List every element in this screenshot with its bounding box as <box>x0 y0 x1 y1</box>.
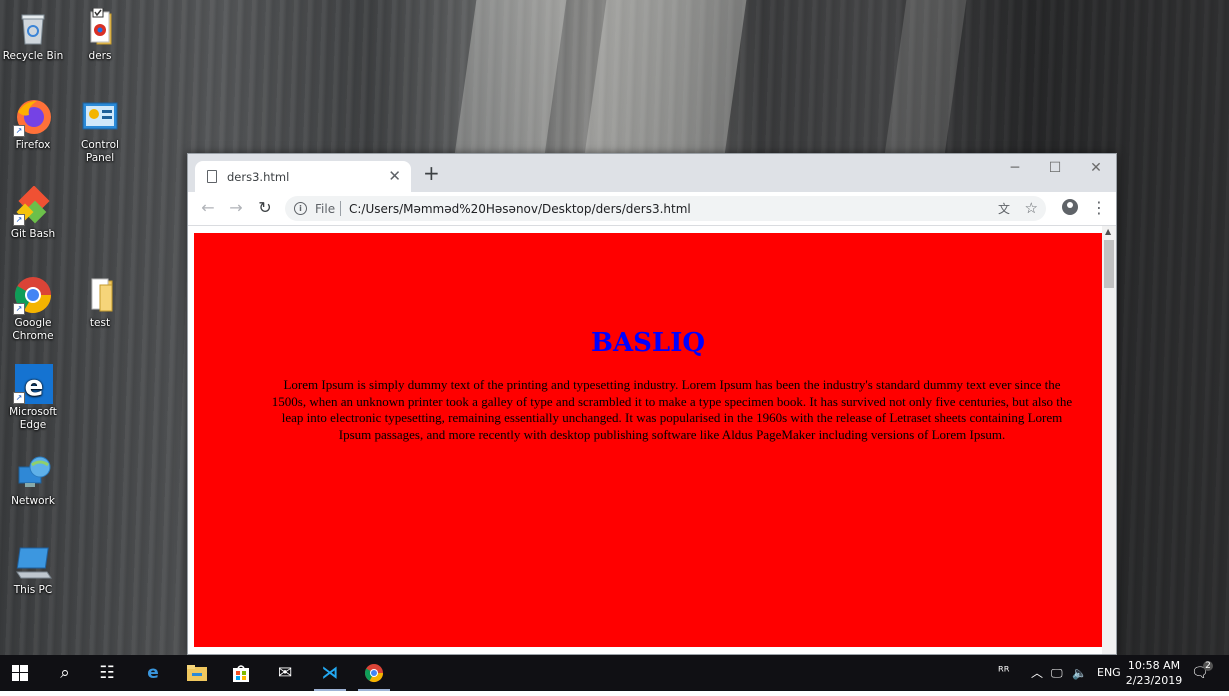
shortcut-arrow-icon: ↗ <box>13 125 25 137</box>
desktop-icon-control-panel[interactable]: Control Panel <box>67 97 133 165</box>
browser-toolbar: ← → ↻ i File C:/Users/Məmməd%20Həsənov/D… <box>188 192 1116 226</box>
desktop-icon-git-bash[interactable]: ↗ Git Bash <box>0 185 66 241</box>
page-heading: BASLIQ <box>590 328 706 358</box>
url-text[interactable]: C:/Users/Məmməd%20Həsənov/Desktop/ders/d… <box>349 202 691 216</box>
vertical-scrollbar[interactable]: ▲ <box>1102 226 1116 654</box>
recycle-bin-icon <box>13 8 53 48</box>
shortcut-arrow-icon: ↗ <box>13 392 25 404</box>
chevron-up-icon[interactable]: ︿ <box>1031 655 1043 691</box>
desktop-icon-label: Microsoft Edge <box>9 406 57 431</box>
desktop-icon-google-chrome[interactable]: ↗ Google Chrome <box>0 275 66 343</box>
desktop-icon-label: test <box>89 317 111 329</box>
clock-date: 2/23/2019 <box>1125 674 1183 687</box>
clock-time: 10:58 AM <box>1127 659 1181 672</box>
start-button[interactable] <box>0 655 40 691</box>
mail-icon[interactable]: ✉ <box>265 655 305 691</box>
tab-title: ders3.html <box>227 170 290 184</box>
bookmark-star-icon[interactable]: ☆ <box>1025 199 1038 217</box>
desktop-icon-label: Network <box>11 495 55 507</box>
edge-taskbar-icon[interactable]: e <box>133 655 173 691</box>
file-explorer-icon[interactable] <box>177 655 217 691</box>
desktop-icon-label: Recycle Bin <box>2 50 64 62</box>
desktop-icon-this-pc[interactable]: This PC <box>0 542 66 597</box>
more-menu-icon[interactable]: ⋮ <box>1091 198 1107 218</box>
close-window-button[interactable]: ✕ <box>1076 157 1116 181</box>
scroll-up-arrow-icon[interactable]: ▲ <box>1105 227 1111 236</box>
desktop: Recycle Bin ders ↗ Firefox Control Panel… <box>0 0 1229 655</box>
store-icon[interactable] <box>221 655 261 691</box>
desktop-icon-network[interactable]: Network <box>0 453 66 508</box>
scrollbar-thumb[interactable] <box>1104 240 1114 288</box>
browser-titlebar[interactable]: ders3.html ✕ + ─ ☐ ✕ <box>188 154 1116 192</box>
browser-tab-active[interactable]: ders3.html ✕ <box>195 161 411 192</box>
edge-icon: e ↗ <box>13 364 53 404</box>
desktop-icon-label: Google Chrome <box>12 317 54 342</box>
search-icon[interactable]: ⌕ <box>45 655 85 691</box>
svg-text:e: e <box>25 369 44 402</box>
task-view-icon[interactable]: ☷ <box>87 655 127 691</box>
shortcut-arrow-icon: ↗ <box>13 303 25 315</box>
network-icon <box>13 453 53 493</box>
desktop-icon-label: Control Panel <box>81 139 119 164</box>
new-tab-button[interactable]: + <box>423 163 440 183</box>
back-button[interactable]: ← <box>198 198 218 218</box>
desktop-icon-microsoft-edge[interactable]: e ↗ Microsoft Edge <box>0 364 66 432</box>
translate-icon[interactable]: 文 <box>998 200 1010 217</box>
desktop-icon-label: Git Bash <box>10 228 56 240</box>
page-viewport: BASLIQ Lorem Ipsum is simply dummy text … <box>188 226 1102 654</box>
document-icon <box>207 170 217 183</box>
desktop-icon-label: This PC <box>13 584 53 596</box>
desktop-icon-test[interactable]: test <box>67 275 133 330</box>
desktop-icon-label: Firefox <box>15 139 51 151</box>
desktop-icon-recycle-bin[interactable]: Recycle Bin <box>0 8 66 63</box>
address-bar[interactable]: i File C:/Users/Məmməd%20Həsənov/Desktop… <box>285 196 1046 221</box>
desktop-icon-ders[interactable]: ders <box>67 7 133 63</box>
taskbar: ⌕ ☷ e ✉ ⋊ ᴿᴿ ︿ 🖵 🔈 ENG 10:58 AM 2/23/201… <box>0 655 1229 691</box>
control-panel-icon <box>80 97 120 137</box>
desktop-icon-label: ders <box>88 50 112 62</box>
notification-count-badge: 2 <box>1203 661 1213 671</box>
maximize-button[interactable]: ☐ <box>1035 157 1075 181</box>
shortcut-arrow-icon: ↗ <box>13 214 25 226</box>
folder-icon <box>80 275 120 315</box>
page-content-box: BASLIQ Lorem Ipsum is simply dummy text … <box>194 233 1102 647</box>
desktop-icon-firefox[interactable]: ↗ Firefox <box>0 97 66 152</box>
browser-window: ders3.html ✕ + ─ ☐ ✕ ← → ↻ i File C:/Use… <box>187 153 1117 655</box>
vscode-icon[interactable]: ⋊ <box>310 655 350 691</box>
info-icon[interactable]: i <box>294 202 307 215</box>
reload-button[interactable]: ↻ <box>255 198 275 218</box>
computer-icon <box>13 542 53 582</box>
git-bash-icon: ↗ <box>13 185 53 226</box>
folder-icon <box>80 7 120 48</box>
omnibox-divider <box>340 201 341 216</box>
clock[interactable]: 10:58 AM 2/23/2019 <box>1124 658 1184 688</box>
page-paragraph: Lorem Ipsum is simply dummy text of the … <box>271 377 1073 442</box>
tab-close-icon[interactable]: ✕ <box>388 167 401 185</box>
url-scheme-label: File <box>315 202 336 216</box>
people-icon[interactable]: ᴿᴿ <box>998 655 1009 691</box>
volume-icon[interactable]: 🔈 <box>1072 655 1087 691</box>
chrome-icon: ↗ <box>13 275 53 315</box>
language-indicator[interactable]: ENG <box>1097 655 1121 691</box>
forward-button[interactable]: → <box>226 198 246 218</box>
minimize-button[interactable]: ─ <box>995 157 1035 181</box>
firefox-icon: ↗ <box>13 97 53 137</box>
profile-icon[interactable] <box>1062 199 1078 215</box>
network-tray-icon[interactable]: 🖵 <box>1051 655 1063 691</box>
chrome-taskbar-icon[interactable] <box>354 655 394 691</box>
